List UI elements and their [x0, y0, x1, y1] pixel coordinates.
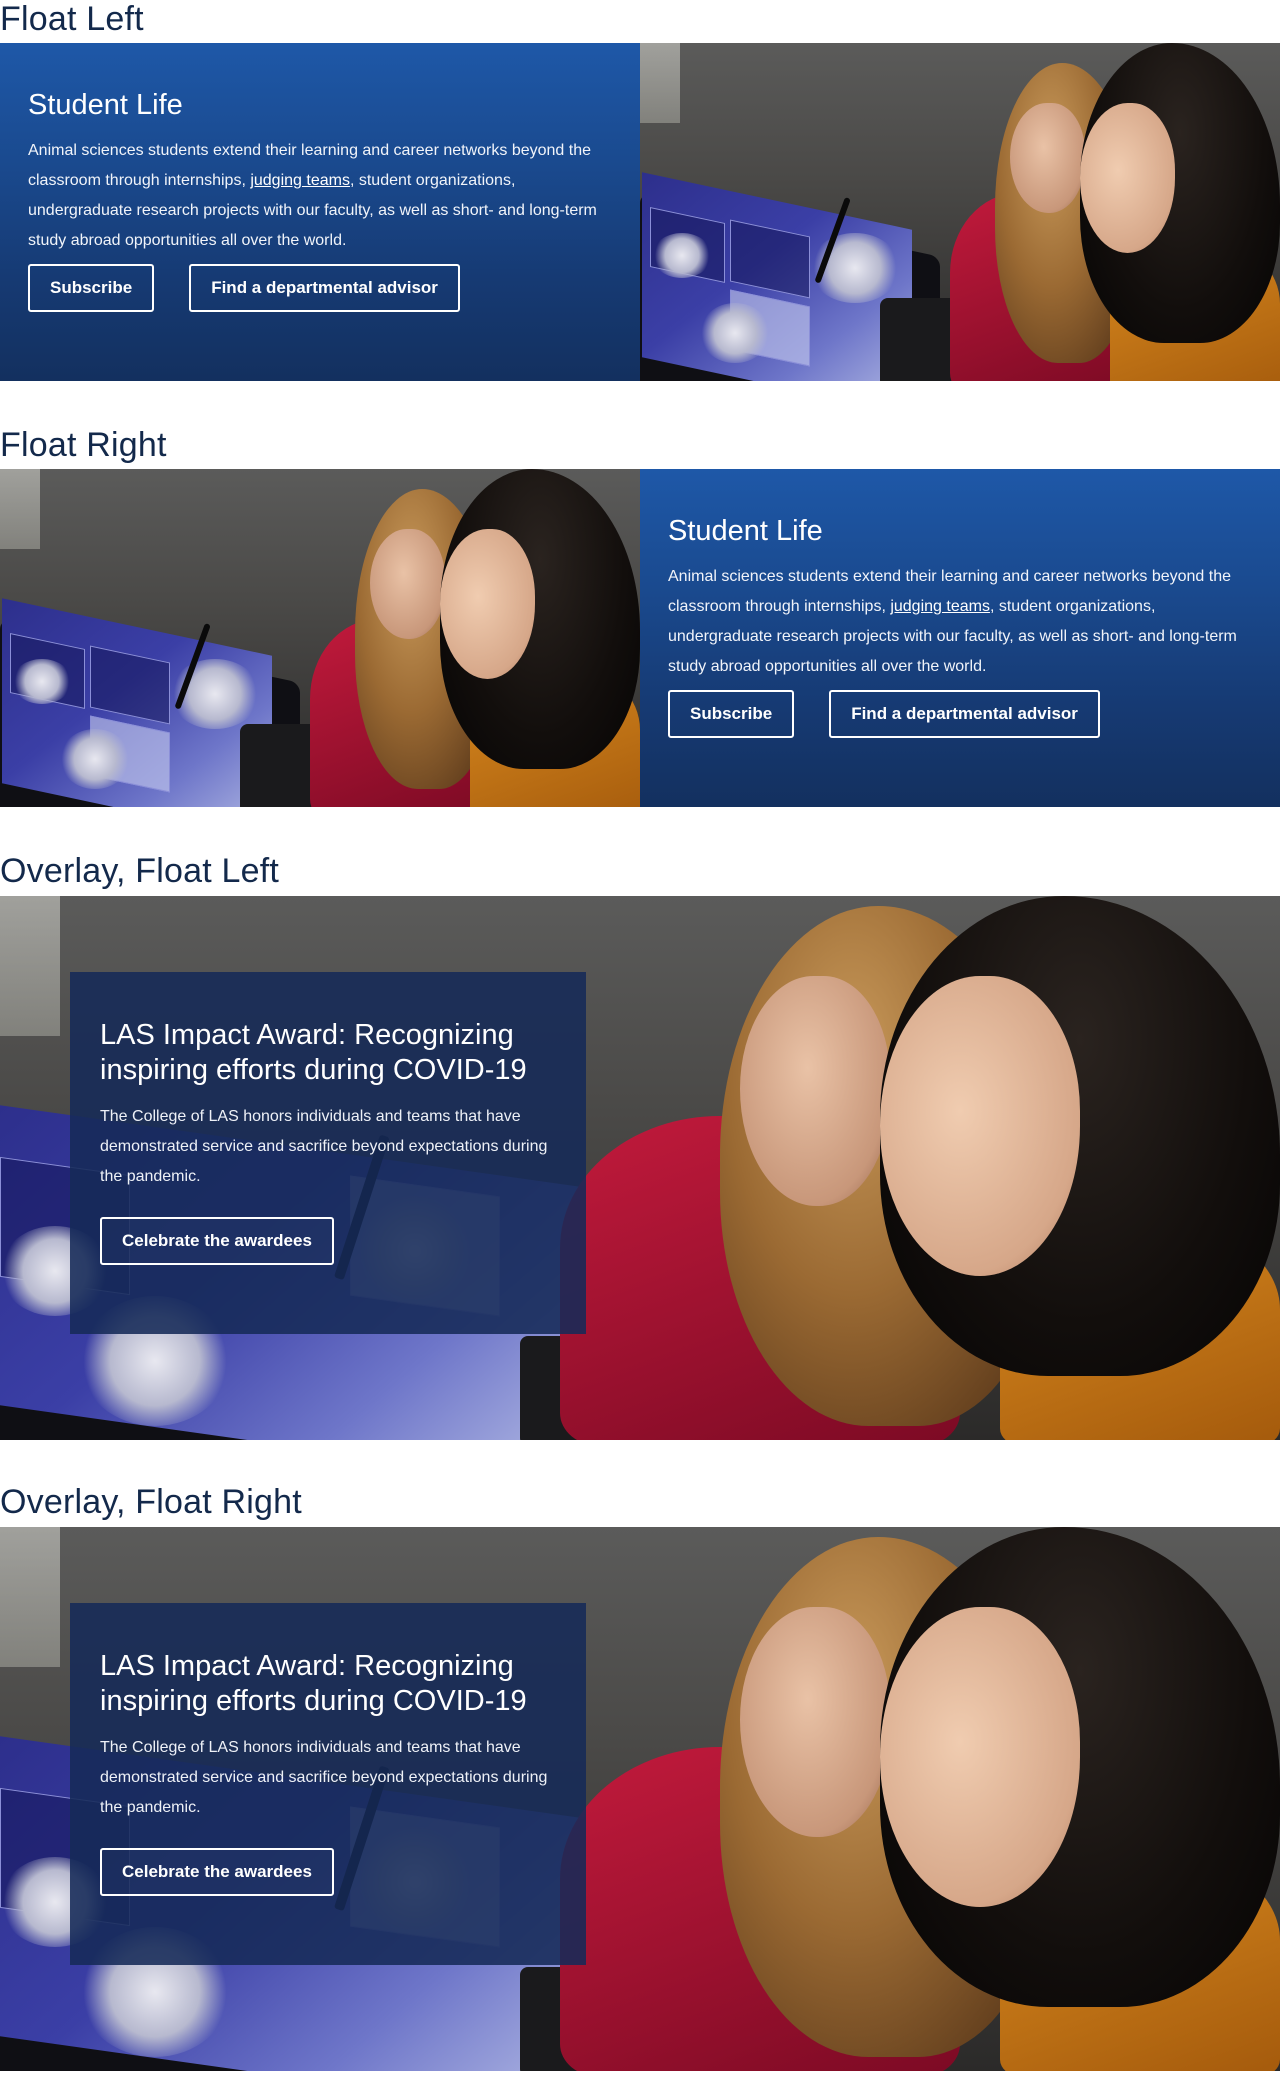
- overlay-float-right-box: LAS Impact Award: Recognizing inspiring …: [70, 1603, 586, 1965]
- find-advisor-button[interactable]: Find a departmental advisor: [829, 690, 1100, 738]
- section-heading-float-left: Float Left: [0, 0, 144, 38]
- subscribe-button[interactable]: Subscribe: [668, 690, 795, 738]
- float-right-text-panel: Student Life Animal sciences students ex…: [640, 469, 1280, 807]
- judging-teams-link[interactable]: judging teams: [250, 172, 350, 189]
- section-heading-overlay-float-right: Overlay, Float Right: [0, 1483, 302, 1521]
- overlay-float-left-box: LAS Impact Award: Recognizing inspiring …: [70, 972, 586, 1334]
- overlay-body: The College of LAS honors individuals an…: [100, 1108, 548, 1185]
- overlay-body: The College of LAS honors individuals an…: [100, 1739, 548, 1816]
- panel-body: Animal sciences students extend their le…: [28, 136, 612, 256]
- celebrate-awardees-button[interactable]: Celebrate the awardees: [100, 1848, 334, 1896]
- section-heading-overlay-float-left: Overlay, Float Left: [0, 852, 280, 890]
- panel-body: Animal sciences students extend their le…: [668, 562, 1252, 682]
- student-life-photo: [640, 43, 1280, 381]
- float-left-text-panel: Student Life Animal sciences students ex…: [0, 43, 640, 381]
- subscribe-button[interactable]: Subscribe: [28, 264, 155, 312]
- section-heading-float-right: Float Right: [0, 426, 167, 464]
- student-life-photo: [0, 469, 640, 807]
- overlay-title: LAS Impact Award: Recognizing inspiring …: [100, 1019, 527, 1086]
- judging-teams-link[interactable]: judging teams: [890, 598, 990, 615]
- find-advisor-button[interactable]: Find a departmental advisor: [189, 264, 460, 312]
- panel-title: Student Life: [28, 89, 183, 121]
- panel-title: Student Life: [668, 515, 823, 547]
- overlay-title: LAS Impact Award: Recognizing inspiring …: [100, 1650, 527, 1717]
- celebrate-awardees-button[interactable]: Celebrate the awardees: [100, 1217, 334, 1265]
